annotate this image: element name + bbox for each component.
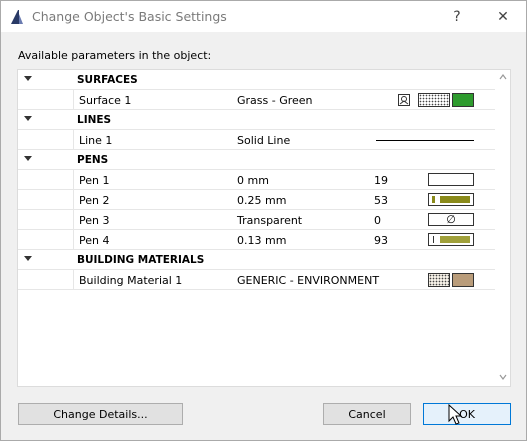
pen-swatch[interactable] (428, 173, 474, 186)
pen-number: 93 (374, 234, 388, 247)
available-parameters-label: Available parameters in the object: (18, 49, 212, 62)
transparent-pen-icon: ∅ (446, 213, 456, 226)
row-divider (73, 210, 74, 230)
parameter-value: 0 mm (237, 174, 269, 187)
pen-number: 53 (374, 194, 388, 207)
material-pattern-swatch[interactable] (428, 273, 450, 287)
group-surfaces[interactable]: SURFACES (18, 70, 495, 90)
group-building-materials[interactable]: BUILDING MATERIALS (18, 250, 495, 270)
group-lines[interactable]: LINES (18, 110, 495, 130)
pen-row[interactable]: Pen 1 0 mm 19 (18, 170, 495, 190)
parameter-name: Pen 3 (79, 214, 110, 227)
pen-swatch[interactable] (428, 193, 474, 206)
pen-row[interactable]: Pen 2 0.25 mm 53 (18, 190, 495, 210)
collapse-caret-icon[interactable] (24, 256, 32, 261)
row-divider (73, 170, 74, 190)
parameter-value: 0.25 mm (237, 194, 287, 207)
parameters-grid: SURFACES Surface 1 Grass - Green LINES L (17, 69, 511, 387)
dialog-window: Change Object's Basic Settings ? ✕ Avail… (0, 0, 527, 441)
parameter-name: Pen 4 (79, 234, 110, 247)
pen-row[interactable]: Pen 3 Transparent 0 ∅ (18, 210, 495, 230)
parameter-name: Pen 2 (79, 194, 110, 207)
title-bar: Change Object's Basic Settings ? ✕ (1, 1, 526, 32)
parameter-value: Grass - Green (237, 94, 313, 107)
parameter-value: Transparent (237, 214, 303, 227)
vertical-scrollbar[interactable] (495, 70, 510, 386)
help-button[interactable]: ? (434, 1, 480, 32)
change-details-button[interactable]: Change Details... (18, 403, 183, 425)
row-divider (73, 90, 74, 110)
group-title: PENS (77, 154, 109, 166)
row-divider (73, 230, 74, 250)
pen-number: 0 (374, 214, 381, 227)
close-button[interactable]: ✕ (480, 1, 526, 32)
parameter-name: Surface 1 (79, 94, 132, 107)
pen-swatch[interactable]: ∅ (428, 213, 474, 226)
pen-color-fill (440, 196, 470, 203)
pen-number: 19 (374, 174, 388, 187)
scroll-down-icon[interactable] (499, 374, 507, 382)
group-title: SURFACES (77, 74, 138, 86)
collapse-caret-icon[interactable] (24, 76, 32, 81)
collapse-caret-icon[interactable] (24, 116, 32, 121)
parameter-name: Pen 1 (79, 174, 110, 187)
parameter-value: GENERIC - ENVIRONMENT (237, 274, 380, 287)
surface-picker-icon[interactable] (398, 94, 410, 106)
cancel-button[interactable]: Cancel (323, 403, 411, 425)
row-divider (73, 190, 74, 210)
ok-button[interactable]: OK (423, 403, 511, 425)
pen-weight-mark (432, 196, 435, 203)
row-divider (73, 270, 74, 290)
group-title: LINES (77, 114, 112, 126)
group-title: BUILDING MATERIALS (77, 254, 205, 266)
row-divider (73, 130, 74, 150)
building-material-row[interactable]: Building Material 1 GENERIC - ENVIRONMEN… (18, 270, 495, 290)
archicad-logo-icon (9, 9, 25, 25)
collapse-caret-icon[interactable] (24, 156, 32, 161)
window-title: Change Object's Basic Settings (32, 9, 227, 24)
pen-row[interactable]: Pen 4 0.13 mm 93 (18, 230, 495, 250)
surface-row[interactable]: Surface 1 Grass - Green (18, 90, 495, 110)
material-color-swatch[interactable] (452, 273, 474, 287)
line-type-preview[interactable] (376, 140, 474, 141)
surface-color-swatch[interactable] (452, 93, 474, 107)
pen-weight-mark (433, 236, 434, 243)
group-pens[interactable]: PENS (18, 150, 495, 170)
parameter-name: Building Material 1 (79, 274, 183, 287)
parameter-name: Line 1 (79, 134, 113, 147)
scroll-up-icon[interactable] (499, 74, 507, 82)
parameter-value: 0.13 mm (237, 234, 287, 247)
pen-swatch[interactable] (428, 233, 474, 246)
line-row[interactable]: Line 1 Solid Line (18, 130, 495, 150)
pen-color-fill (440, 236, 470, 243)
parameter-value: Solid Line (237, 134, 291, 147)
mouse-cursor-icon (448, 403, 464, 426)
surface-pattern-swatch[interactable] (418, 93, 450, 107)
